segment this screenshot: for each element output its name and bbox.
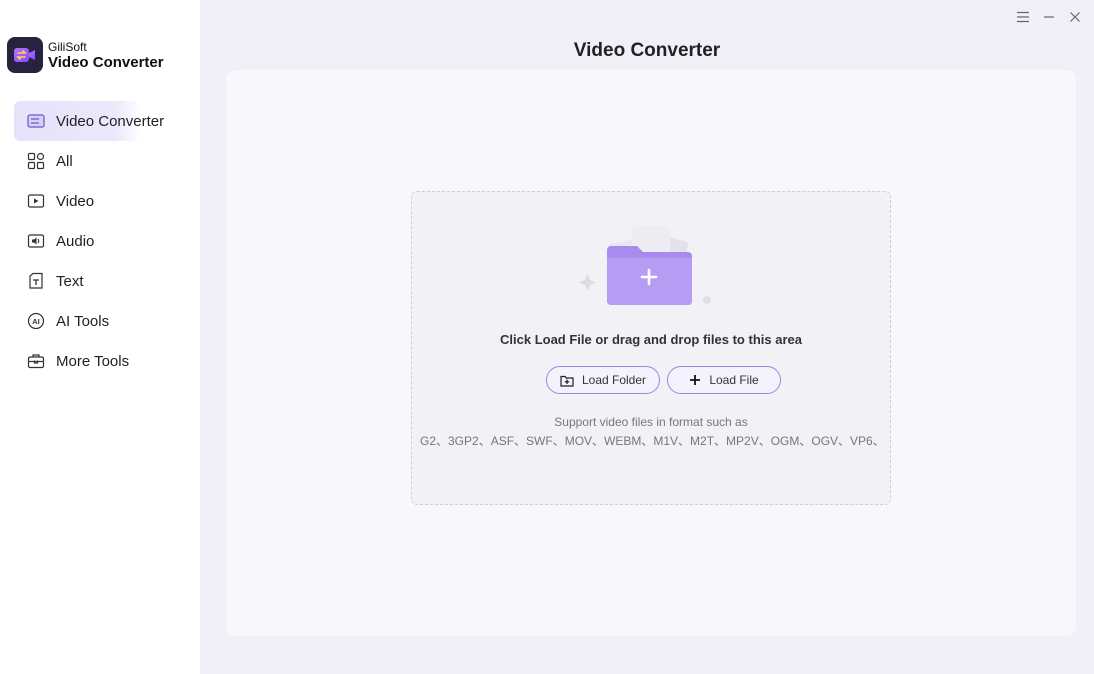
- brand-vendor: GiliSoft: [48, 39, 87, 54]
- plus-icon: [689, 374, 701, 386]
- app-logo-icon: [7, 37, 43, 73]
- audio-icon: [27, 232, 45, 250]
- sidebar-item-all[interactable]: All: [14, 141, 194, 181]
- sidebar-item-audio[interactable]: Audio: [14, 221, 194, 261]
- svg-text:AI: AI: [32, 317, 40, 326]
- sidebar-item-label: Audio: [56, 232, 95, 250]
- page-title: Video Converter: [573, 40, 721, 61]
- folder-add-icon: [579, 227, 711, 305]
- sidebar-item-ai-tools[interactable]: AI AI Tools: [14, 301, 194, 341]
- sidebar-item-label: Text: [56, 272, 84, 290]
- sidebar-item-label: Video Converter: [56, 112, 165, 130]
- sidebar-item-video[interactable]: Video: [14, 181, 194, 221]
- load-file-button[interactable]: Load File: [667, 366, 781, 394]
- load-file-label: Load File: [709, 373, 759, 387]
- folder-plus-icon: [560, 374, 574, 387]
- video-converter-icon: [27, 112, 45, 130]
- supported-formats-title: Support video files in format such as: [554, 415, 748, 429]
- ai-icon: AI: [27, 312, 45, 330]
- load-folder-label: Load Folder: [581, 373, 647, 387]
- video-icon: [27, 192, 45, 210]
- file-drop-zone[interactable]: Click Load File or drag and drop files t…: [411, 191, 891, 505]
- menu-icon[interactable]: [1014, 8, 1032, 26]
- brand: GiliSoft Video Converter: [7, 37, 164, 73]
- sidebar-item-label: Video: [56, 192, 95, 210]
- sidebar-item-label: AI Tools: [56, 312, 110, 330]
- load-buttons: Load Folder Load File: [546, 366, 781, 394]
- sidebar: GiliSoft Video Converter Video Converter…: [0, 0, 200, 674]
- minimize-icon[interactable]: [1040, 8, 1058, 26]
- window-controls: [1014, 8, 1084, 26]
- brand-product: Video Converter: [48, 53, 164, 71]
- supported-formats-list: G2、3GP2、ASF、SWF、MOV、WEBM、M1V、M2T、MP2V、OG…: [420, 434, 882, 448]
- main-panel: Click Load File or drag and drop files t…: [226, 70, 1076, 636]
- sidebar-item-label: More Tools: [56, 352, 130, 370]
- toolbox-icon: [27, 352, 45, 370]
- close-icon[interactable]: [1066, 8, 1084, 26]
- sidebar-nav: Video Converter All Video Audio Text AI …: [14, 101, 194, 381]
- grid-icon: [27, 152, 45, 170]
- text-icon: [27, 272, 45, 290]
- sidebar-item-text[interactable]: Text: [14, 261, 194, 301]
- sidebar-item-label: All: [56, 152, 73, 170]
- sidebar-item-video-converter[interactable]: Video Converter: [14, 101, 164, 141]
- load-folder-button[interactable]: Load Folder: [546, 366, 660, 394]
- sidebar-item-more-tools[interactable]: More Tools: [14, 341, 194, 381]
- drop-instruction: Click Load File or drag and drop files t…: [500, 332, 802, 347]
